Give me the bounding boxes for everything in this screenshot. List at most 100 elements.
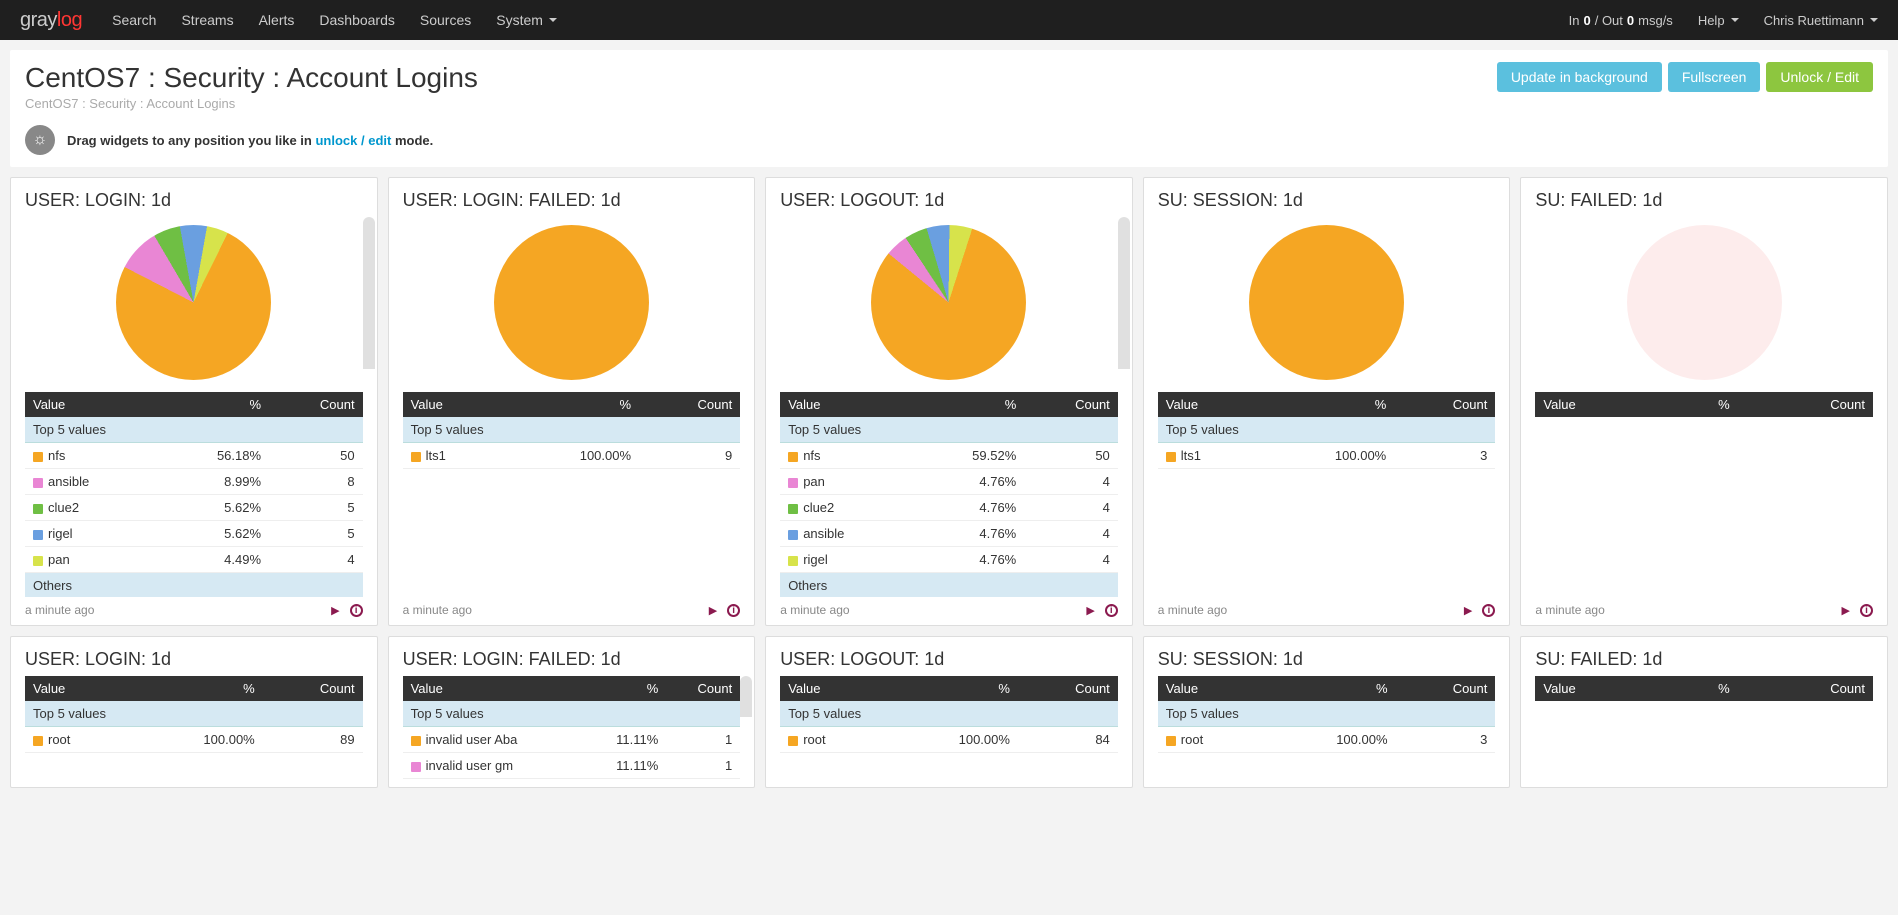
data-table: Value%CountTop 5 valuesroot100.00%89 [25,676,363,753]
color-swatch [788,504,798,514]
pie-chart [1158,217,1496,392]
page-actions: Update in background Fullscreen Unlock /… [1497,62,1873,92]
fullscreen-button[interactable]: Fullscreen [1668,62,1761,92]
scrollbar[interactable] [363,217,375,597]
nav-item-system[interactable]: System [496,12,557,28]
color-swatch [788,736,798,746]
table-row[interactable]: invalid user Aba11.11%1 [403,727,741,753]
nav-item-sources[interactable]: Sources [420,12,471,28]
col-count: Count [1396,676,1496,701]
table-row[interactable]: nfs59.52%50 [780,443,1118,469]
col-count: Count [1738,676,1873,701]
table-row[interactable]: nfs56.18%50 [25,443,363,469]
update-background-button[interactable]: Update in background [1497,62,1662,92]
info-icon[interactable]: i [1105,604,1118,617]
widget: USER: LOGIN: FAILED: 1dValue%CountTop 5 … [388,177,756,626]
data-table: Value%Count [1535,676,1873,701]
scrollbar[interactable] [1118,217,1130,597]
help-label: Help [1698,13,1725,28]
nav-right: In 0 / Out 0 msg/s Help Chris Ruettimann [1569,13,1878,28]
color-swatch [33,452,43,462]
table-row[interactable]: rigel4.76%4 [780,547,1118,573]
color-swatch [411,762,421,772]
color-swatch [788,556,798,566]
col-count: Count [1024,392,1118,417]
widget: USER: LOGIN: 1dValue%CountTop 5 valuesro… [10,636,378,788]
section-top5: Top 5 values [403,417,741,443]
table-row[interactable]: pan4.76%4 [780,469,1118,495]
nav-item-search[interactable]: Search [112,12,156,28]
color-swatch [788,452,798,462]
widget-body: Value%CountTop 5 valuesroot100.00%84 [766,676,1132,779]
col-value: Value [1158,392,1260,417]
col-value: Value [1158,676,1263,701]
col-value: Value [780,676,885,701]
section-top5: Top 5 values [1158,417,1496,443]
data-table: Value%CountTop 5 valuesnfs56.18%50ansibl… [25,392,363,597]
unlock-edit-link[interactable]: unlock / edit [315,133,391,148]
color-swatch [33,736,43,746]
section-others: Others [25,573,363,598]
data-table: Value%CountTop 5 valuesroot100.00%3 [1158,676,1496,753]
section-top5: Top 5 values [1158,701,1496,727]
col-count: Count [269,392,363,417]
widget-body: Value%CountTop 5 valuesnfs59.52%50pan4.7… [766,217,1132,597]
widget: SU: SESSION: 1dValue%CountTop 5 valuesro… [1143,636,1511,788]
scrollbar[interactable] [740,676,752,779]
table-row[interactable]: invalid user gm11.11%1 [403,753,741,779]
col-percent: % [582,676,667,701]
tip-post: mode. [391,133,433,148]
col-count: Count [1394,392,1495,417]
widget-footer: a minute ago ▶ i [11,597,377,617]
table-row[interactable]: lts1100.00%9 [403,443,741,469]
table-row[interactable]: pan4.49%4 [25,547,363,573]
widget-body: Value%Count [1521,676,1887,779]
widget-title: SU: SESSION: 1d [1144,190,1510,217]
play-icon[interactable]: ▶ [1464,604,1472,617]
widget: USER: LOGOUT: 1dValue%CountTop 5 valuesr… [765,636,1133,788]
col-value: Value [780,392,913,417]
play-icon[interactable]: ▶ [331,604,339,617]
section-top5: Top 5 values [780,701,1118,727]
info-icon[interactable]: i [1860,604,1873,617]
widget-title: USER: LOGIN: 1d [11,190,377,217]
play-icon[interactable]: ▶ [1086,604,1094,617]
play-icon[interactable]: ▶ [709,604,717,617]
widget-title: USER: LOGIN: FAILED: 1d [389,649,755,676]
info-icon[interactable]: i [350,604,363,617]
table-row[interactable]: root100.00%84 [780,727,1118,753]
col-count: Count [1738,392,1873,417]
throughput-indicator: In 0 / Out 0 msg/s [1569,13,1673,28]
logo[interactable]: graylog [20,9,82,32]
table-row[interactable]: lts1100.00%3 [1158,443,1496,469]
tip-pre: Drag widgets to any position you like in [67,133,315,148]
nav-item-dashboards[interactable]: Dashboards [319,12,395,28]
logo-log: log [57,9,82,31]
widget-timestamp: a minute ago [25,603,94,617]
table-row[interactable]: clue25.62%5 [25,495,363,521]
color-swatch [411,452,421,462]
col-percent: % [1664,676,1738,701]
table-row[interactable]: rigel5.62%5 [25,521,363,547]
widget: SU: FAILED: 1dValue%Count [1520,636,1888,788]
widget: USER: LOGIN: FAILED: 1dValue%CountTop 5 … [388,636,756,788]
unlock-edit-button[interactable]: Unlock / Edit [1766,62,1873,92]
user-menu[interactable]: Chris Ruettimann [1764,13,1878,28]
widget-timestamp: a minute ago [780,603,849,617]
table-row[interactable]: root100.00%3 [1158,727,1496,753]
info-icon[interactable]: i [727,604,740,617]
widget-title: USER: LOGIN: FAILED: 1d [389,190,755,217]
section-top5: Top 5 values [25,701,363,727]
table-row[interactable]: clue24.76%4 [780,495,1118,521]
nav-item-alerts[interactable]: Alerts [259,12,295,28]
help-menu[interactable]: Help [1698,13,1739,28]
table-row[interactable]: ansible4.76%4 [780,521,1118,547]
col-value: Value [1535,392,1664,417]
table-row[interactable]: root100.00%89 [25,727,363,753]
table-row[interactable]: ansible8.99%8 [25,469,363,495]
nav-item-streams[interactable]: Streams [181,12,233,28]
play-icon[interactable]: ▶ [1842,604,1850,617]
info-icon[interactable]: i [1482,604,1495,617]
widget-body: Value%CountTop 5 valuesinvalid user Aba1… [389,676,755,779]
tip-text: Drag widgets to any position you like in… [67,133,433,148]
